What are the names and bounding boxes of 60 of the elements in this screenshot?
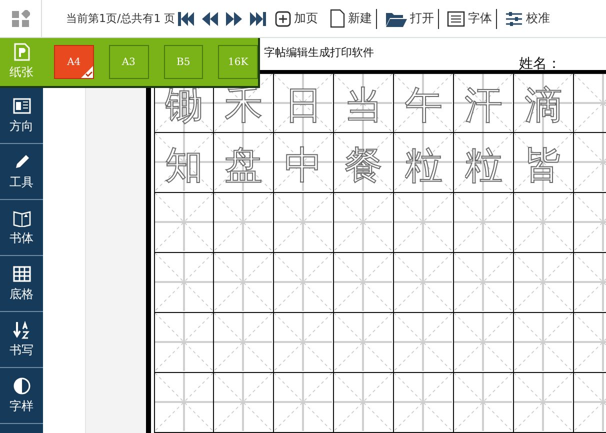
next-page-icon[interactable] xyxy=(225,10,244,28)
grid-cell xyxy=(274,313,334,373)
book-icon xyxy=(12,208,30,226)
tracing-character: 粒 xyxy=(464,144,502,186)
document-icon xyxy=(330,9,346,28)
name-label: 姓名： xyxy=(519,55,561,73)
grid-cell xyxy=(454,253,514,313)
newspaper-icon xyxy=(12,96,30,114)
toolbar-button[interactable]: 校准 xyxy=(501,10,554,27)
grid-cell xyxy=(154,313,214,373)
sort-arrow-icon xyxy=(12,320,30,338)
grid-cell xyxy=(214,253,274,313)
last-page-icon[interactable] xyxy=(249,10,268,28)
grid-cell xyxy=(394,313,454,373)
grid-cell xyxy=(154,253,214,313)
toolbar-button[interactable]: 打开 xyxy=(381,10,438,27)
tracing-character: 滴 xyxy=(524,84,562,126)
tracing-character: 粒 xyxy=(404,144,442,186)
tracing-character: 午 xyxy=(404,84,442,126)
paper-size-option[interactable]: A4 xyxy=(54,45,94,79)
grid-icon xyxy=(12,264,30,282)
grid-cell xyxy=(334,373,394,433)
grid-cell xyxy=(514,313,574,373)
page-counter: 当前第1页/总共有1 页 xyxy=(66,11,176,26)
tracing-character: 当 xyxy=(344,84,382,126)
grid-cell xyxy=(454,313,514,373)
first-page-icon[interactable] xyxy=(177,10,196,28)
grid-cell xyxy=(274,373,334,433)
folder-icon xyxy=(385,10,408,26)
tracing-character: 中 xyxy=(284,144,322,186)
grid-cell xyxy=(274,253,334,313)
tracing-character: 皆 xyxy=(524,144,562,186)
grid-cell xyxy=(514,253,574,313)
grid-cell xyxy=(154,373,214,433)
tracing-character: 日 xyxy=(284,84,322,126)
tracing-character: 禾 xyxy=(224,84,262,126)
toolbar-button[interactable]: 新建 xyxy=(326,9,376,28)
grid-cell xyxy=(394,373,454,433)
grid-cell xyxy=(334,253,394,313)
tracing-character: 知 xyxy=(165,144,203,186)
plus-box-icon xyxy=(275,10,292,26)
sheet-title: 字帖编辑生成打印软件 xyxy=(264,45,374,60)
grid-cell xyxy=(334,313,394,373)
apps-icon[interactable] xyxy=(12,10,30,28)
tracing-character: 餐 xyxy=(344,144,382,186)
grid-cell xyxy=(394,253,454,313)
grid-cell xyxy=(454,373,514,433)
sliders-icon xyxy=(505,10,524,26)
grid-cell xyxy=(514,373,574,433)
font-box-icon xyxy=(447,10,466,26)
tracing-character: 盘 xyxy=(224,144,262,186)
document-icon xyxy=(12,43,30,61)
half-circle-icon xyxy=(12,376,30,394)
grid-cell xyxy=(214,313,274,373)
grid-cell xyxy=(214,373,274,433)
previous-page-icon[interactable] xyxy=(201,10,220,28)
check-icon xyxy=(80,66,93,78)
tracing-character: 汗 xyxy=(464,84,502,126)
toolbar-button[interactable]: 字体 xyxy=(443,10,496,27)
toolbar-button[interactable]: 加页 xyxy=(271,10,322,27)
